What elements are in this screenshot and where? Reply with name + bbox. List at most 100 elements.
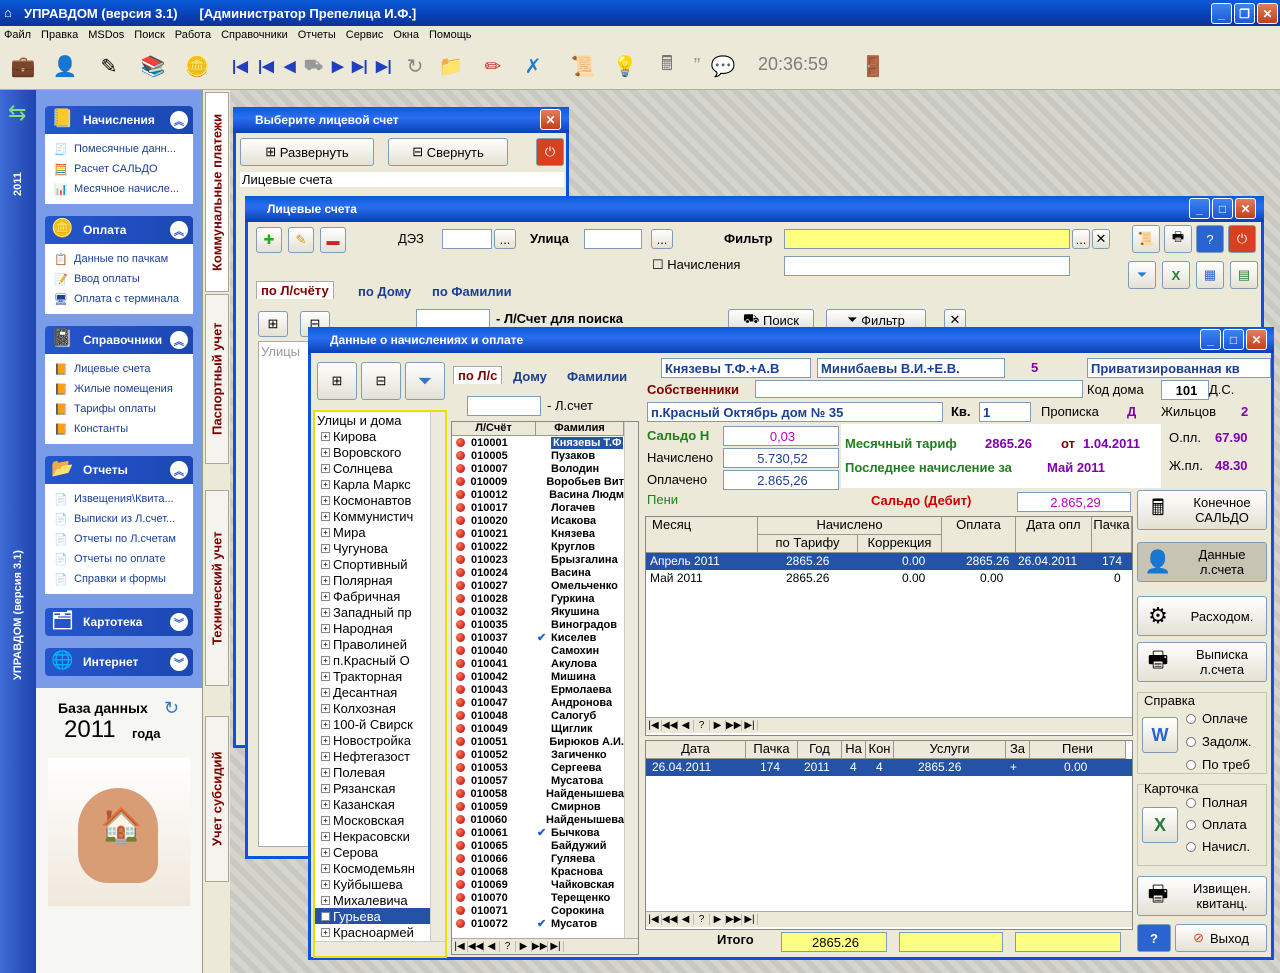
next-record-icon[interactable]: ▶ xyxy=(332,57,344,75)
nav-item-packs[interactable]: 📋 Данные по пачкам xyxy=(46,249,192,269)
account-row[interactable]: 010042 Мишина xyxy=(452,670,624,683)
expand-icon[interactable]: + xyxy=(321,767,330,777)
tree-item[interactable]: + Казанская xyxy=(315,796,445,812)
tab-passport[interactable]: Паспортный учет xyxy=(205,294,229,464)
account-row[interactable]: 010065 Байдужий xyxy=(452,839,624,852)
window-minimize-button[interactable]: _ xyxy=(1189,198,1210,219)
nav-item-monthly-data[interactable]: 🧾 Помесячные данн... xyxy=(46,139,192,159)
expand-icon[interactable]: + xyxy=(321,847,330,857)
tab-technical[interactable]: Технический учет xyxy=(205,490,229,686)
cancel-edit-icon[interactable]: ✗ xyxy=(516,50,550,82)
grid-icon[interactable]: ▦ xyxy=(1196,261,1224,289)
minimize-button[interactable]: _ xyxy=(1211,3,1232,24)
expand-icon[interactable]: + xyxy=(321,575,330,585)
account-row[interactable]: 010066 Гуляева xyxy=(452,852,624,865)
tab-by-surname[interactable]: Фамилии xyxy=(563,368,631,385)
tree-item[interactable]: + Кирова xyxy=(315,428,445,444)
tree-item[interactable]: + Гурьева xyxy=(315,908,445,924)
books-icon[interactable]: 📚 xyxy=(136,50,170,82)
excel-icon[interactable]: X xyxy=(1142,807,1178,843)
account-row[interactable]: 010060 Найденышева xyxy=(452,813,624,826)
first-record-icon[interactable]: |◀ xyxy=(232,57,248,75)
nav-help-button[interactable]: ? xyxy=(500,941,516,952)
account-row[interactable]: 010048 Салогуб xyxy=(452,709,624,722)
expand-icon[interactable]: + xyxy=(321,671,330,681)
account-data-button[interactable]: 👤 Данные л.счета xyxy=(1137,542,1267,582)
nav-next-button[interactable]: ▶ xyxy=(516,941,532,952)
expand-icon[interactable]: + xyxy=(321,495,330,505)
radio-paid[interactable]: Оплаче xyxy=(1186,711,1248,726)
nav-item-account-reports[interactable]: 📄 Отчеты по Л.счетам xyxy=(46,529,192,549)
account-input[interactable] xyxy=(467,396,541,416)
nav-prev-button[interactable]: ◀ xyxy=(678,914,694,925)
add-icon[interactable]: ✚ xyxy=(256,227,282,253)
group-header-internet[interactable]: 🌐 Интернет ︾ xyxy=(45,648,193,676)
nav-prev-page-button[interactable]: ◀◀ xyxy=(468,941,484,952)
tab-communal-payments[interactable]: Коммунальные платежи xyxy=(205,92,229,292)
delete-icon[interactable]: ▬ xyxy=(320,227,346,253)
menu-reports[interactable]: Отчеты xyxy=(294,29,340,41)
account-row[interactable]: 010028 Гуркина xyxy=(452,592,624,605)
chevron-down-icon[interactable]: ︾ xyxy=(170,613,188,631)
help-icon[interactable]: ? xyxy=(1196,225,1224,253)
account-row[interactable]: 010072 ✔ Мусатов xyxy=(452,917,624,930)
menu-file[interactable]: Файл xyxy=(0,29,35,41)
nav-prev-page-button[interactable]: ◀◀ xyxy=(662,914,678,925)
account-row[interactable]: 010023 Брызгалина xyxy=(452,553,624,566)
tree-item[interactable]: + Мира xyxy=(315,524,445,540)
tree-item[interactable]: + Нефтегазост xyxy=(315,748,445,764)
account-search-input[interactable] xyxy=(416,309,490,329)
tree-item[interactable]: + п.Красный О xyxy=(315,652,445,668)
expand-icon[interactable]: + xyxy=(321,879,330,889)
collapse-tree-icon[interactable]: ⊟ xyxy=(361,362,401,400)
nav-help-button[interactable]: ? xyxy=(694,720,710,731)
print-icon[interactable]: 🖶 xyxy=(1164,225,1192,253)
account-row[interactable]: 010024 Васина xyxy=(452,566,624,579)
nav-help-button[interactable]: ? xyxy=(694,914,710,925)
expand-icon[interactable]: + xyxy=(321,783,330,793)
account-row[interactable]: 010053 Сергеева xyxy=(452,761,624,774)
menu-service[interactable]: Сервис xyxy=(342,29,388,41)
bulb-icon[interactable]: 💡 xyxy=(608,50,642,82)
tree-item[interactable]: + Западный пр xyxy=(315,604,445,620)
account-row[interactable]: 010052 Загиченко xyxy=(452,748,624,761)
tab-by-account[interactable]: по Л/с xyxy=(453,366,503,384)
nav-item-payment-input[interactable]: 📝 Ввод оплаты xyxy=(46,269,192,289)
account-row[interactable]: 010020 Исакова xyxy=(452,514,624,527)
expand-icon[interactable]: + xyxy=(321,447,330,457)
power-icon[interactable]: ⏻ xyxy=(1228,225,1256,253)
account-row[interactable]: 010071 Сорокина xyxy=(452,904,624,917)
account-row[interactable]: 010058 Найденышева xyxy=(452,787,624,800)
edit-icon[interactable]: ✏ xyxy=(476,50,510,82)
expand-button[interactable]: ⊞ Развернуть xyxy=(240,138,374,166)
tree-item[interactable]: + Чугунова xyxy=(315,540,445,556)
owners-field[interactable] xyxy=(755,380,1083,398)
account-row[interactable]: 010001 Князевы Т.Ф xyxy=(452,436,624,449)
nav-last-button[interactable]: ▶| xyxy=(742,720,758,731)
account-row[interactable]: 010021 Князева xyxy=(452,527,624,540)
nav-prev-button[interactable]: ◀ xyxy=(484,941,500,952)
account-row[interactable]: 010017 Логачев xyxy=(452,501,624,514)
sheet-icon[interactable]: ▤ xyxy=(1230,261,1258,289)
nav-first-button[interactable]: |◀ xyxy=(646,720,662,731)
accounts-scrollbar[interactable] xyxy=(624,422,638,938)
nav-item-saldo[interactable]: 🧮 Расчет САЛЬДО xyxy=(46,159,192,179)
nav-first-button[interactable]: |◀ xyxy=(646,914,662,925)
next-page-icon[interactable]: ▶| xyxy=(352,57,368,75)
radio-payment[interactable]: Оплата xyxy=(1186,817,1247,832)
expense-button[interactable]: ⚙ Расходом. xyxy=(1137,596,1267,636)
account-row[interactable]: 010070 Терещенко xyxy=(452,891,624,904)
folder-icon[interactable]: 📁 xyxy=(434,50,468,82)
tree-item[interactable]: + Полярная xyxy=(315,572,445,588)
radio-on-demand[interactable]: По треб xyxy=(1186,757,1250,772)
table-row[interactable]: Апрель 2011 2865.26 0.00 2865.26 26.04.2… xyxy=(646,553,1132,570)
tree-item[interactable]: + Рязанская xyxy=(315,780,445,796)
account-row[interactable]: 010037 ✔ Киселев xyxy=(452,631,624,644)
expand-icon[interactable]: + xyxy=(321,799,330,809)
tree-scrollbar[interactable] xyxy=(430,412,445,942)
nav-last-button[interactable]: ▶| xyxy=(548,941,564,952)
restore-button[interactable]: ❐ xyxy=(1234,3,1255,24)
account-row[interactable]: 010007 Володин xyxy=(452,462,624,475)
tree-item[interactable]: + Тракторная xyxy=(315,668,445,684)
tree-item[interactable]: + Солнцева xyxy=(315,460,445,476)
